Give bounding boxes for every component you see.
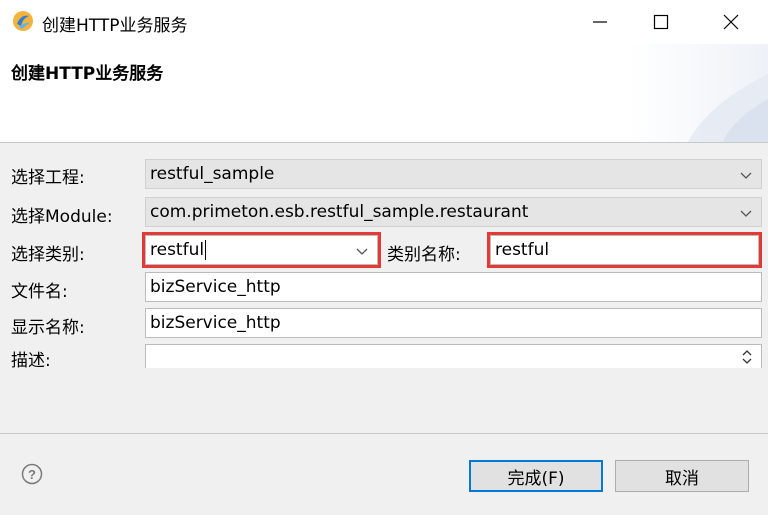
scroll-arrows-icon[interactable]	[741, 349, 753, 365]
wizard-header: 创建HTTP业务服务	[0, 44, 768, 143]
finish-button-label: 完成(F)	[507, 468, 565, 489]
form-area: 选择工程: restful_sample 选择Module: com.prime…	[0, 143, 768, 433]
wizard-title: 创建HTTP业务服务	[11, 64, 164, 84]
chevron-down-icon	[356, 248, 368, 255]
category-name-value: restful	[495, 240, 550, 260]
cancel-button[interactable]: 取消	[615, 460, 749, 492]
file-name-label: 文件名:	[11, 282, 68, 302]
category-label: 选择类别:	[11, 245, 85, 265]
finish-button[interactable]: 完成(F)	[469, 460, 603, 492]
description-label: 描述:	[11, 351, 51, 371]
minimize-icon	[593, 21, 607, 23]
display-name-label: 显示名称:	[11, 318, 85, 338]
chevron-down-icon	[740, 172, 752, 179]
maximize-icon	[653, 14, 669, 30]
minimize-button[interactable]	[585, 8, 615, 36]
cancel-button-label: 取消	[665, 468, 699, 489]
category-name-label: 类别名称:	[387, 245, 461, 265]
close-icon	[723, 14, 739, 30]
project-label: 选择工程:	[11, 168, 85, 188]
module-select[interactable]: com.primeton.esb.restful_sample.restaura…	[145, 197, 762, 227]
header-decoration	[688, 74, 768, 142]
file-name-input[interactable]: bizService_http	[145, 272, 762, 302]
file-name-value: bizService_http	[150, 277, 281, 297]
button-bar: ? 完成(F) 取消	[0, 433, 768, 515]
description-textarea[interactable]	[145, 344, 762, 368]
text-cursor: ​	[205, 240, 207, 260]
help-icon[interactable]: ?	[21, 463, 43, 485]
app-logo-icon	[13, 11, 33, 31]
category-combo[interactable]: restful​	[142, 232, 381, 268]
maximize-button[interactable]	[646, 8, 676, 36]
display-name-input[interactable]: bizService_http	[145, 308, 762, 338]
window-title: 创建HTTP业务服务	[42, 16, 188, 36]
close-button[interactable]	[716, 8, 746, 36]
title-bar: 创建HTTP业务服务	[0, 0, 768, 44]
category-name-input[interactable]: restful	[487, 232, 762, 268]
project-select[interactable]: restful_sample	[145, 159, 762, 189]
svg-text:?: ?	[28, 467, 36, 482]
display-name-value: bizService_http	[150, 313, 281, 333]
module-label: 选择Module:	[11, 207, 113, 227]
category-value: restful	[150, 240, 205, 260]
project-value: restful_sample	[150, 164, 275, 184]
chevron-down-icon	[740, 210, 752, 217]
module-value: com.primeton.esb.restful_sample.restaura…	[150, 202, 529, 222]
